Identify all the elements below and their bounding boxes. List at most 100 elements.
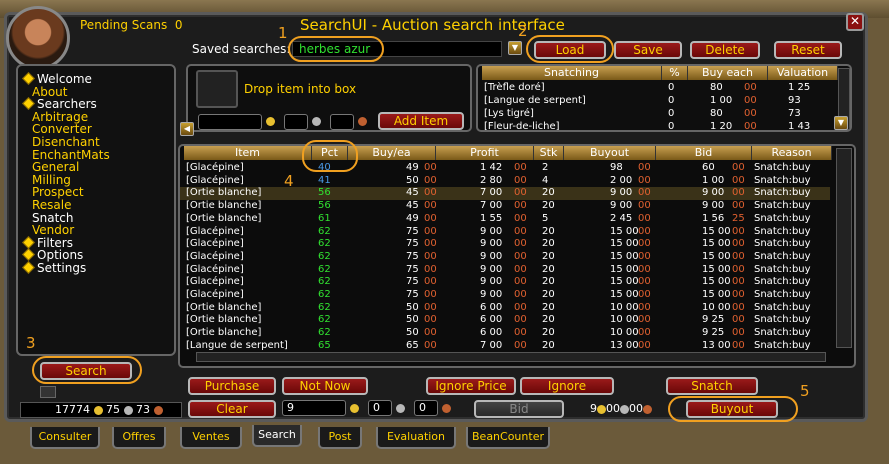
result-row[interactable]: [Ortie blanche] 62 50 00 6 00 00 20 10 00 00 10 0… [180, 302, 830, 315]
diamond-icon [22, 261, 35, 274]
result-row[interactable]: [Glacépine] 62 75 00 9 00 00 20 15 00 00 15 00 00 S… [180, 251, 830, 264]
snatch-button[interactable]: Snatch [666, 377, 758, 395]
scroll-down-icon[interactable]: ▼ [834, 116, 848, 130]
ignore-price-button[interactable]: Ignore Price [426, 377, 516, 395]
result-cell-bid: 9 25 [702, 314, 725, 326]
result-cell-buyout: 15 00 [610, 276, 639, 288]
col-pct[interactable]: % [662, 66, 688, 80]
col-buy-each[interactable]: Buy each [688, 66, 768, 80]
result-cell-bid: 15 00 [702, 238, 731, 250]
result-row[interactable]: [Ortie blanche] 62 50 00 6 00 00 20 10 00 00 9 25… [180, 314, 830, 327]
scroll-left-icon[interactable]: ◀ [180, 122, 194, 136]
result-row[interactable]: [Glacépine] 62 75 00 9 00 00 20 15 00 00 15 00 00 S… [180, 238, 830, 251]
checkbox[interactable] [40, 386, 56, 398]
result-cell-item: [Ortie blanche] [186, 200, 262, 212]
result-row[interactable]: [Ortie blanche] 56 45 00 7 00 00 20 9 00 00 9 00 0… [180, 187, 830, 201]
snatch-cell-val: 73 [788, 108, 801, 119]
result-cell-buyout: 2 00 [610, 174, 633, 186]
clear-button[interactable]: Clear [188, 400, 276, 418]
result-cell-buyoutc: 00 [638, 289, 651, 300]
tab-consulter[interactable]: Consulter [30, 427, 100, 449]
col-item[interactable]: Item [184, 146, 312, 160]
reset-button[interactable]: Reset [774, 41, 842, 59]
price-silver-field[interactable] [284, 114, 308, 130]
tab-beancounter[interactable]: BeanCounter [466, 427, 550, 449]
result-row[interactable]: [Glacépine] 41 50 00 2 80 00 4 2 00 00 1 00 00 Snat… [180, 175, 830, 188]
result-cell-bidc: 00 [732, 200, 745, 212]
result-cell-buyoutc: 00 [638, 263, 651, 275]
snatch-row[interactable]: [Langue de serpent] 0 1 00 00 93 [478, 95, 838, 108]
purchase-button[interactable]: Purchase [188, 377, 276, 395]
col-profit[interactable]: Profit [436, 146, 534, 160]
delete-button[interactable]: Delete [690, 41, 760, 59]
snatch-cell-val: 1 25 [788, 82, 811, 93]
tab-search[interactable]: Search [252, 425, 302, 447]
bid-gold-input[interactable]: 9 [282, 400, 346, 416]
result-cell-bid: 15 00 [702, 276, 731, 288]
col-bid[interactable]: Bid [656, 146, 752, 160]
money-silver: 75 [106, 403, 120, 416]
result-row[interactable]: [Glacépine] 40 49 00 1 42 00 2 98 00 60 00 Snatch:b… [180, 162, 830, 175]
result-cell-profit: 6 00 [480, 301, 503, 313]
annotation-highlight-2 [526, 35, 614, 63]
save-button[interactable]: Save [614, 41, 682, 59]
result-cell-reason: Snatch:buy [754, 174, 811, 186]
bid-copper-input[interactable]: 0 [414, 400, 438, 416]
result-cell-item: [Glacépine] [186, 238, 244, 250]
sidebar-item[interactable]: Settings [22, 261, 87, 275]
item-slot[interactable] [196, 70, 238, 108]
not-now-button[interactable]: Not Now [282, 377, 368, 395]
close-button[interactable]: ✕ [846, 13, 864, 31]
result-cell-bid: 15 00 [702, 289, 731, 300]
result-row[interactable]: [Ortie blanche] 56 45 00 7 00 00 20 9 00 00 9 00 0… [180, 200, 830, 213]
result-row[interactable]: [Ortie blanche] 61 49 00 1 55 00 5 2 45 00 1 56 25… [180, 213, 830, 226]
buyout-price: 9 00 00 [590, 402, 652, 415]
ignore-button[interactable]: Ignore [520, 377, 614, 395]
result-row[interactable]: [Ortie blanche] 62 50 00 6 00 00 20 10 00 00 9 25… [180, 327, 830, 340]
annotation-4: 4 [284, 172, 294, 190]
result-cell-profitc: 00 [514, 200, 527, 212]
price-copper-field[interactable] [330, 114, 354, 130]
result-cell-bid: 10 00 [702, 301, 731, 313]
snatch-row[interactable]: [Fleur-de-liche] 0 1 20 00 1 43 [478, 121, 838, 130]
saved-searches-label: Saved searches: [192, 42, 291, 56]
tab-offres[interactable]: Offres [112, 427, 166, 449]
tab-post[interactable]: Post [318, 427, 362, 449]
snatch-row[interactable]: [Trèfle doré] 0 80 00 1 25 [478, 82, 838, 95]
results-table: Item Pct Buy/ea Profit Stk Buyout Bid Re… [178, 144, 856, 368]
results-scrollbar[interactable] [836, 148, 852, 348]
results-hscrollbar[interactable] [196, 352, 826, 362]
col-reason[interactable]: Reason [752, 146, 832, 160]
result-cell-item: [Glacépine] [186, 263, 244, 275]
bid-button[interactable]: Bid [474, 400, 564, 418]
tab-ventes[interactable]: Ventes [180, 427, 242, 449]
gold-coin-icon [350, 404, 359, 413]
tab-evaluation[interactable]: Evaluation [376, 427, 456, 449]
result-row[interactable]: [Glacépine] 62 75 00 9 00 00 20 15 00 00 15 00 00 S… [180, 276, 830, 289]
result-row[interactable]: [Glacépine] 62 75 00 9 00 00 20 15 00 00 15 00 00 S… [180, 226, 830, 239]
result-row[interactable]: [Glacépine] 62 75 00 9 00 00 20 15 00 00 15 00 00 S… [180, 264, 830, 277]
result-cell-bid: 9 00 [702, 200, 725, 212]
result-cell-buy: 75 [406, 225, 419, 237]
result-cell-pct: 62 [318, 314, 331, 326]
sidebar-item-label: Settings [37, 261, 87, 275]
result-row[interactable]: [Glacépine] 62 75 00 9 00 00 20 15 00 00 15 00 00 S… [180, 289, 830, 302]
silver-coin-icon [620, 404, 629, 414]
result-cell-buy: 50 [406, 174, 419, 186]
snatch-row[interactable]: [Lys tigré] 0 80 00 73 [478, 108, 838, 121]
result-row[interactable]: [Langue de serpent] 65 65 00 7 00 00 20 13 00 00… [180, 340, 830, 353]
result-cell-stk: 20 [542, 250, 555, 262]
bid-silver-input[interactable]: 0 [368, 400, 392, 416]
result-cell-buy: 49 [406, 162, 419, 173]
col-stk[interactable]: Stk [534, 146, 564, 160]
col-valuation[interactable]: Valuation [768, 66, 838, 80]
col-buyea[interactable]: Buy/ea [348, 146, 436, 160]
result-cell-profitc: 00 [514, 314, 527, 326]
col-snatching[interactable]: Snatching [482, 66, 662, 80]
dropdown-arrow-icon[interactable]: ▼ [508, 41, 522, 55]
add-item-button[interactable]: Add Item [378, 112, 464, 130]
col-buyout[interactable]: Buyout [564, 146, 656, 160]
result-cell-pct: 61 [318, 212, 331, 224]
result-cell-profit: 9 00 [480, 238, 503, 250]
price-gold-field[interactable] [198, 114, 262, 130]
